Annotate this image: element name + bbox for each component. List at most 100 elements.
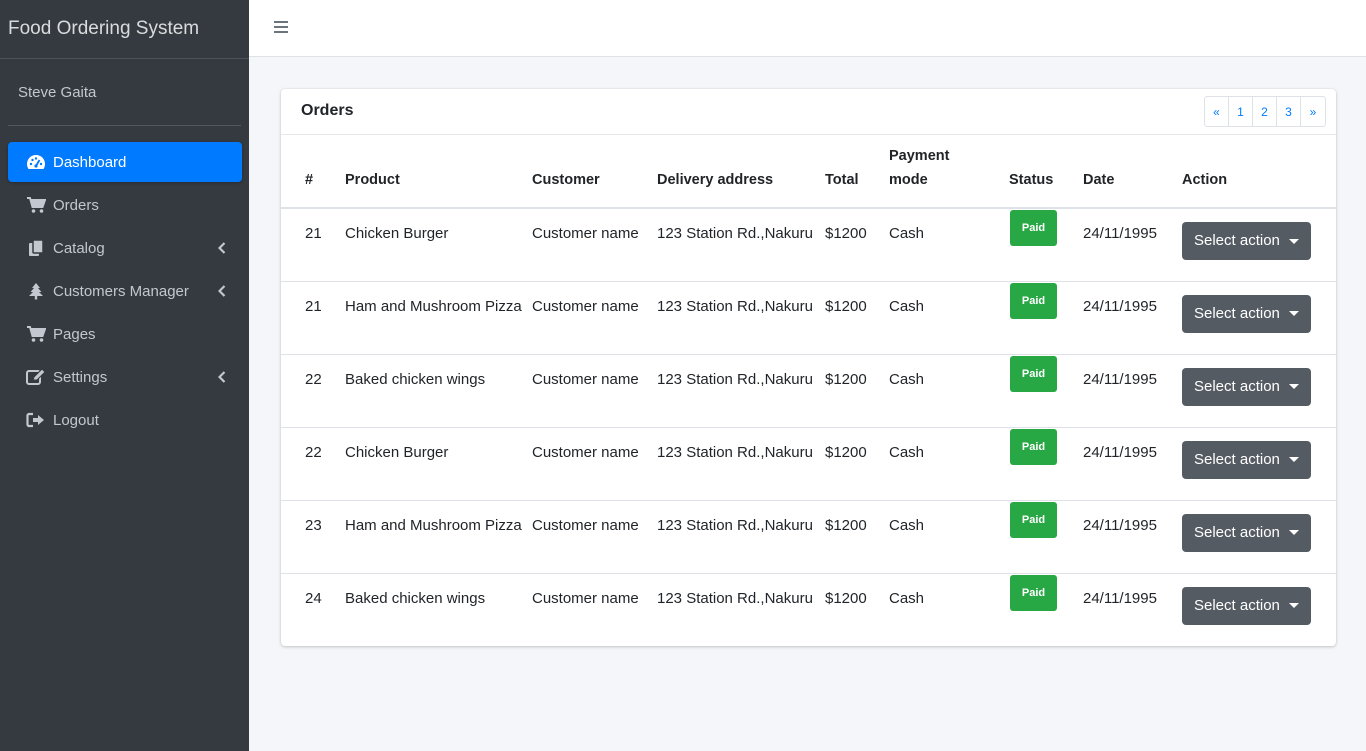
- user-name: Steve Gaita: [18, 83, 97, 101]
- sidebar-item-label: Orders: [53, 196, 99, 214]
- status-badge: Paid: [1010, 210, 1057, 246]
- sidebar-item-label: Logout: [53, 411, 99, 429]
- order-payment-mode: Cash: [889, 443, 925, 461]
- table-body: 21 Chicken Burger Customer name 123 Stat…: [281, 208, 1336, 646]
- order-date: 24/11/1995: [1083, 516, 1157, 534]
- order-total: $1200: [825, 297, 867, 315]
- column-header-payment-mode: Payment mode: [889, 148, 950, 188]
- column-header-total: Total: [825, 172, 859, 188]
- order-date: 24/11/1995: [1083, 443, 1157, 461]
- order-total: $1200: [825, 516, 867, 534]
- order-address: 123 Station Rd.,Nakuru: [657, 589, 813, 607]
- column-header-product: Product: [345, 172, 400, 188]
- sidebar-item-pages[interactable]: Pages: [8, 314, 242, 354]
- order-date: 24/11/1995: [1083, 589, 1157, 607]
- table-row: 21 Ham and Mushroom Pizza Customer name …: [281, 281, 1336, 354]
- status-badge: Paid: [1010, 355, 1057, 392]
- pagination-page-3[interactable]: 3: [1277, 97, 1301, 126]
- status-badge: Paid: [1010, 428, 1057, 465]
- order-payment-mode: Cash: [889, 225, 925, 242]
- order-product: Ham and Mushroom Pizza: [345, 297, 522, 315]
- app-title: Food Ordering System: [8, 18, 200, 39]
- status-badge: Paid: [1010, 574, 1057, 611]
- order-date: 24/11/1995: [1083, 297, 1157, 315]
- column-header-id: #: [305, 172, 314, 188]
- order-date: 24/11/1995: [1083, 370, 1157, 388]
- pagination-page-2[interactable]: 2: [1253, 97, 1277, 126]
- order-customer: Customer name: [532, 443, 639, 461]
- order-total: $1200: [825, 589, 867, 607]
- order-address: 123 Station Rd.,Nakuru: [657, 225, 813, 242]
- select-action-dropdown[interactable]: Select action: [1182, 367, 1311, 406]
- status-cell: Paid: [1009, 281, 1083, 354]
- brand-link[interactable]: Food Ordering System: [0, 0, 249, 59]
- status-cell: Paid: [1009, 427, 1083, 500]
- order-id: 21: [305, 225, 322, 242]
- sidebar-item-dashboard[interactable]: Dashboard: [8, 142, 242, 182]
- table-row: 21 Chicken Burger Customer name 123 Stat…: [281, 208, 1336, 281]
- order-total: $1200: [825, 370, 867, 388]
- order-customer: Customer name: [532, 516, 639, 534]
- card-header: Orders « 1 2 3 »: [281, 89, 1336, 135]
- select-action-label: Select action: [1194, 450, 1280, 468]
- action-cell: Select action: [1182, 281, 1336, 354]
- column-header-customer: Customer: [532, 172, 600, 188]
- sidebar-item-catalog[interactable]: Catalog: [8, 228, 242, 268]
- sign-out-icon: [26, 411, 46, 429]
- order-id: 22: [305, 370, 322, 388]
- pagination-prev[interactable]: «: [1205, 97, 1229, 126]
- sidebar-item-orders[interactable]: Orders: [8, 185, 242, 225]
- select-action-label: Select action: [1194, 377, 1280, 395]
- caret-down-icon: [1288, 311, 1299, 316]
- table-row: 23 Ham and Mushroom Pizza Customer name …: [281, 500, 1336, 573]
- order-date: 24/11/1995: [1083, 225, 1157, 242]
- orders-card: Orders « 1 2 3 » # Product Customer Deli…: [281, 89, 1336, 646]
- select-action-dropdown[interactable]: Select action: [1182, 440, 1311, 479]
- dashboard-icon: [26, 153, 46, 171]
- order-customer: Customer name: [532, 297, 639, 315]
- pagination-page-1[interactable]: 1: [1229, 97, 1253, 126]
- chevron-left-icon: [217, 370, 226, 387]
- status-badge: Paid: [1010, 501, 1057, 538]
- order-id: 22: [305, 443, 322, 461]
- select-action-dropdown[interactable]: Select action: [1182, 513, 1311, 552]
- order-address: 123 Station Rd.,Nakuru: [657, 443, 813, 461]
- cart-icon: [26, 325, 46, 343]
- orders-table: # Product Customer Delivery address Tota…: [281, 135, 1336, 646]
- sidebar-nav: Dashboard Orders Catalog Customers Manag…: [0, 142, 249, 440]
- column-header-date: Date: [1083, 172, 1115, 188]
- action-cell: Select action: [1182, 500, 1336, 573]
- chevron-left-icon: [217, 241, 226, 258]
- copy-icon: [26, 239, 46, 257]
- menu-toggle-icon[interactable]: [274, 21, 288, 35]
- select-action-label: Select action: [1194, 523, 1280, 541]
- table-row: 22 Chicken Burger Customer name 123 Stat…: [281, 427, 1336, 500]
- sidebar-item-customers-manager[interactable]: Customers Manager: [8, 271, 242, 311]
- caret-down-icon: [1288, 384, 1299, 389]
- order-payment-mode: Cash: [889, 589, 925, 607]
- select-action-label: Select action: [1194, 304, 1280, 322]
- sidebar-item-label: Customers Manager: [53, 282, 189, 300]
- status-cell: Paid: [1009, 208, 1083, 281]
- caret-down-icon: [1288, 530, 1299, 535]
- pagination-next[interactable]: »: [1301, 97, 1325, 126]
- top-navbar: [249, 0, 1366, 57]
- select-action-dropdown[interactable]: Select action: [1182, 586, 1311, 625]
- tree-icon: [26, 282, 46, 300]
- select-action-dropdown[interactable]: Select action: [1182, 222, 1311, 260]
- action-cell: Select action: [1182, 208, 1336, 281]
- order-payment-mode: Cash: [889, 297, 925, 315]
- edit-icon: [26, 368, 46, 386]
- action-cell: Select action: [1182, 573, 1336, 646]
- sidebar-item-logout[interactable]: Logout: [8, 400, 242, 440]
- select-action-label: Select action: [1194, 232, 1280, 249]
- order-total: $1200: [825, 443, 867, 461]
- select-action-dropdown[interactable]: Select action: [1182, 294, 1311, 333]
- action-cell: Select action: [1182, 427, 1336, 500]
- user-panel[interactable]: Steve Gaita: [8, 59, 241, 126]
- status-cell: Paid: [1009, 354, 1083, 427]
- sidebar-item-label: Dashboard: [53, 153, 127, 171]
- sidebar-item-settings[interactable]: Settings: [8, 357, 242, 397]
- column-header-action: Action: [1182, 172, 1228, 188]
- order-customer: Customer name: [532, 225, 639, 242]
